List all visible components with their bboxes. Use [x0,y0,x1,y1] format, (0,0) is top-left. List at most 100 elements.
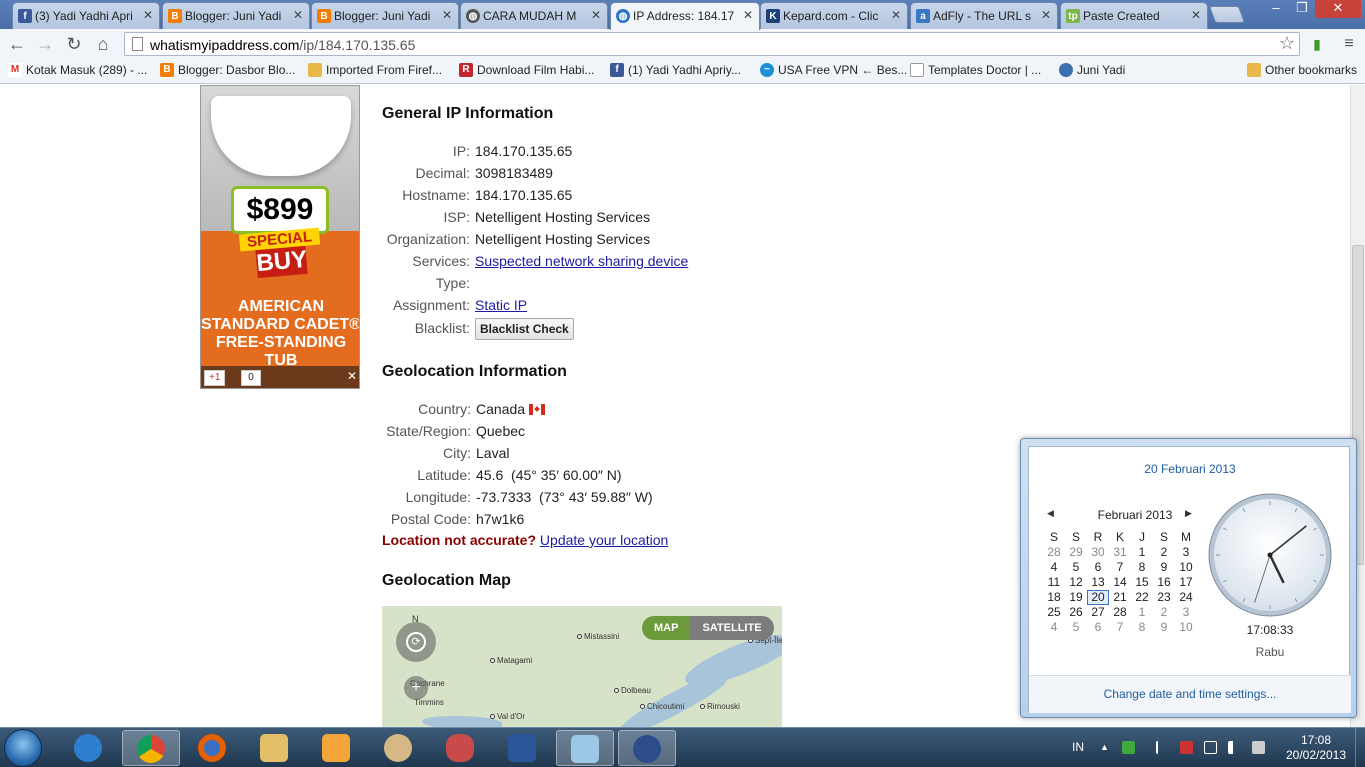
close-window-button[interactable]: ✕ [1315,0,1361,18]
calendar-month-title[interactable]: Februari 2013 [1085,508,1185,522]
taskbar-word[interactable] [494,730,552,766]
tab-facebook[interactable]: f (3) Yadi Yadhi Apri ✕ [12,2,160,29]
show-hidden-icons[interactable]: ▲ [1100,742,1113,755]
calendar-day[interactable]: 13 [1087,575,1109,590]
bookmark-imported-folder[interactable]: Imported From Firef... [308,63,442,77]
volume-icon[interactable] [1228,741,1241,754]
calendar-day[interactable]: 26 [1065,605,1087,620]
tab-cara-mudah[interactable]: ◍ CARA MUDAH M ✕ [460,2,608,29]
taskbar-paint[interactable] [370,730,428,766]
calendar-day[interactable]: 30 [1087,545,1109,560]
calendar-day[interactable]: 28 [1109,605,1131,620]
network-icon[interactable] [1204,741,1217,754]
action-center-flag-icon[interactable] [1156,741,1169,754]
prev-month-icon[interactable]: ◀ [1047,508,1054,519]
calendar-day[interactable]: 25 [1043,605,1065,620]
calendar-day[interactable]: 16 [1153,575,1175,590]
calendar-day[interactable]: 4 [1043,620,1065,635]
tab-paste-created[interactable]: tp Paste Created ✕ [1060,2,1208,29]
close-ad-icon[interactable]: ✕ [347,369,357,383]
calendar-day[interactable]: 9 [1153,560,1175,575]
restore-button[interactable]: ❐ [1289,0,1315,18]
language-indicator[interactable]: IN [1072,740,1084,754]
calendar-day[interactable]: 1 [1131,605,1153,620]
calendar-day[interactable]: 6 [1087,620,1109,635]
show-desktop-button[interactable] [1355,728,1365,767]
bookmark-templates-doctor[interactable]: Templates Doctor | ... [910,63,1041,77]
calendar-day[interactable]: 1 [1131,545,1153,560]
close-tab-icon[interactable]: ✕ [442,8,452,22]
calendar-day[interactable]: 3 [1175,605,1197,620]
close-tab-icon[interactable]: ✕ [293,8,303,22]
advertisement-banner[interactable]: $899 SPECIAL BUY AMERICAN STANDARD CADET… [200,85,360,389]
zoom-in-button[interactable]: + [404,676,428,700]
start-button[interactable] [4,729,42,767]
calendar-day[interactable]: 2 [1153,545,1175,560]
calendar-day[interactable]: 22 [1131,590,1153,605]
close-tab-icon[interactable]: ✕ [743,8,753,22]
reload-icon[interactable]: ↻ [63,33,85,55]
battery-icon[interactable] [1252,741,1265,754]
bookmark-gmail[interactable]: M Kotak Masuk (289) - ... [8,63,147,77]
calendar-day[interactable]: 23 [1153,590,1175,605]
geolocation-map[interactable]: Mistassini Matagami Cochrane Dolbeau Chi… [382,606,782,727]
calendar-day[interactable]: 8 [1131,620,1153,635]
map-pan-control[interactable]: N ⟳ [394,614,438,662]
menu-icon[interactable]: ≡ [1338,33,1360,55]
taskbar-explorer[interactable] [246,730,304,766]
calendar-day[interactable]: 19 [1065,590,1087,605]
kaspersky-icon[interactable] [1122,741,1135,754]
taskbar-app[interactable] [618,730,676,766]
new-tab-button[interactable] [1208,6,1246,23]
calendar-day[interactable]: 7 [1109,620,1131,635]
calendar-day[interactable]: 17 [1175,575,1197,590]
calendar-day[interactable]: 6 [1087,560,1109,575]
taskbar-ie[interactable] [60,730,118,766]
calendar-day-today[interactable]: 20 [1087,590,1109,605]
taskbar-snipping-tool[interactable] [432,730,490,766]
back-icon[interactable]: ← [6,33,28,55]
calendar-day[interactable]: 9 [1153,620,1175,635]
close-tab-icon[interactable]: ✕ [891,8,901,22]
close-tab-icon[interactable]: ✕ [143,8,153,22]
calendar-day[interactable]: 29 [1065,545,1087,560]
taskbar-firefox[interactable] [184,730,242,766]
blacklist-check-button[interactable]: Blacklist Check [475,318,574,340]
calendar-day[interactable]: 21 [1109,590,1131,605]
bookmark-vpn[interactable]: ~ USA Free VPN ← Bes... [760,63,907,77]
calendar-day[interactable]: 24 [1175,590,1197,605]
calendar-day[interactable]: 2 [1153,605,1175,620]
bookmark-star-icon[interactable]: ☆ [1279,33,1295,54]
tab-kepard[interactable]: K Kepard.com - Clic ✕ [760,2,908,29]
calendar-day[interactable]: 15 [1131,575,1153,590]
bookmark-blogger[interactable]: B Blogger: Dasbor Blo... [160,63,295,77]
close-tab-icon[interactable]: ✕ [591,8,601,22]
home-icon[interactable]: ⌂ [92,33,114,55]
calendar-day[interactable]: 27 [1087,605,1109,620]
calendar-day[interactable]: 4 [1043,560,1065,575]
taskbar-media-player[interactable] [308,730,366,766]
tab-ip-address[interactable]: ◍ IP Address: 184.17 ✕ [610,2,760,30]
assignment-link[interactable]: Static IP [475,297,527,313]
rotate-icon[interactable]: ⟳ [406,632,426,652]
services-link[interactable]: Suspected network sharing device [475,253,688,269]
calendar-day[interactable]: 10 [1175,620,1197,635]
calendar-day[interactable]: 28 [1043,545,1065,560]
calendar-day[interactable]: 8 [1131,560,1153,575]
minimize-button[interactable]: – [1263,0,1289,18]
bookmark-juni-yadi[interactable]: Juni Yadi [1059,63,1125,77]
taskbar-clock[interactable]: 17:08 20/02/2013 [1280,733,1352,763]
calendar-day[interactable]: 5 [1065,560,1087,575]
calendar-day[interactable]: 5 [1065,620,1087,635]
bookmark-download-film[interactable]: R Download Film Habi... [459,63,594,77]
other-bookmarks[interactable]: Other bookmarks [1247,63,1357,77]
map-type-satellite-button[interactable]: SATELLITE [690,616,774,640]
taskbar-chrome[interactable] [122,730,180,766]
tab-blogger-2[interactable]: B Blogger: Juni Yadi ✕ [311,2,459,29]
forward-icon[interactable]: → [34,33,56,55]
tab-blogger-1[interactable]: B Blogger: Juni Yadi ✕ [162,2,310,29]
calendar-day[interactable]: 7 [1109,560,1131,575]
calendar-day[interactable]: 31 [1109,545,1131,560]
date-header-link[interactable]: 20 Februari 2013 [1029,462,1351,476]
close-tab-icon[interactable]: ✕ [1041,8,1051,22]
